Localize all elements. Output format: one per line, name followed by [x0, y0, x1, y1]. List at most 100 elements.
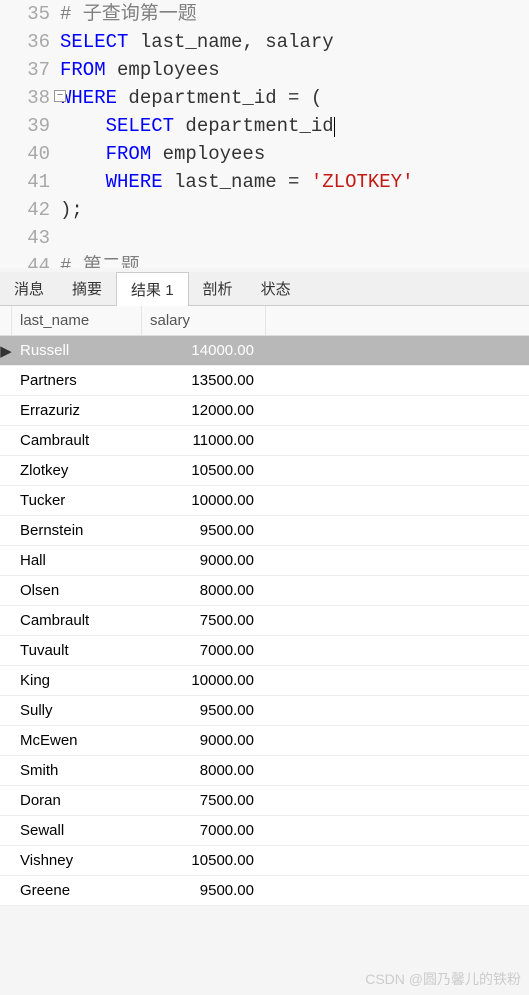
table-row[interactable]: Smith8000.00: [0, 756, 529, 786]
line-number: 43: [0, 224, 60, 252]
code-line[interactable]: 39 SELECT department_id: [0, 112, 529, 140]
code-content[interactable]: SELECT last_name, salary: [60, 28, 529, 56]
cell-last-name[interactable]: Partners: [12, 368, 142, 393]
cell-last-name[interactable]: Russell: [12, 338, 142, 363]
code-content[interactable]: SELECT department_id: [60, 112, 529, 140]
code-line[interactable]: 41 WHERE last_name = 'ZLOTKEY': [0, 168, 529, 196]
table-row[interactable]: McEwen9000.00: [0, 726, 529, 756]
watermark: CSDN @圆乃馨儿的铁粉: [365, 969, 521, 989]
table-row[interactable]: Cambrault11000.00: [0, 426, 529, 456]
code-content[interactable]: WHERE last_name = 'ZLOTKEY': [60, 168, 529, 196]
cell-salary[interactable]: 9000.00: [142, 728, 266, 753]
sql-editor[interactable]: 35# 子查询第一题36SELECT last_name, salary37FR…: [0, 0, 529, 268]
cell-salary[interactable]: 9500.00: [142, 518, 266, 543]
cell-salary[interactable]: 7500.00: [142, 608, 266, 633]
tab-3[interactable]: 剖析: [189, 272, 247, 305]
code-content[interactable]: FROM employees: [60, 56, 529, 84]
code-content[interactable]: # 第二题: [60, 252, 529, 268]
cell-salary[interactable]: 11000.00: [142, 428, 266, 453]
cell-salary[interactable]: 9500.00: [142, 878, 266, 903]
code-line[interactable]: 38−WHERE department_id = (: [0, 84, 529, 112]
table-row[interactable]: Tucker10000.00: [0, 486, 529, 516]
tab-2[interactable]: 结果 1: [116, 272, 189, 306]
code-line[interactable]: 40 FROM employees: [0, 140, 529, 168]
table-row[interactable]: Doran7500.00: [0, 786, 529, 816]
ident-token: employees: [106, 59, 220, 81]
cell-salary[interactable]: 9000.00: [142, 548, 266, 573]
cell-last-name[interactable]: Sewall: [12, 818, 142, 843]
kw-token: WHERE: [106, 171, 163, 193]
cell-last-name[interactable]: Bernstein: [12, 518, 142, 543]
line-number: 39: [0, 112, 60, 140]
tab-4[interactable]: 状态: [247, 272, 305, 305]
code-content[interactable]: FROM employees: [60, 140, 529, 168]
line-number: 35: [0, 0, 60, 28]
code-line[interactable]: 44# 第二题: [0, 252, 529, 268]
cell-salary[interactable]: 10000.00: [142, 668, 266, 693]
table-row[interactable]: Bernstein9500.00: [0, 516, 529, 546]
code-content[interactable]: );: [60, 196, 529, 224]
table-row[interactable]: Partners13500.00: [0, 366, 529, 396]
table-row[interactable]: Errazuriz12000.00: [0, 396, 529, 426]
table-row[interactable]: Tuvault7000.00: [0, 636, 529, 666]
cell-last-name[interactable]: Smith: [12, 758, 142, 783]
cell-salary[interactable]: 7000.00: [142, 818, 266, 843]
table-row[interactable]: King10000.00: [0, 666, 529, 696]
tab-1[interactable]: 摘要: [58, 272, 116, 305]
cell-last-name[interactable]: Cambrault: [12, 608, 142, 633]
cell-last-name[interactable]: Tucker: [12, 488, 142, 513]
kw-token: SELECT: [60, 31, 128, 53]
cell-last-name[interactable]: Olsen: [12, 578, 142, 603]
table-row[interactable]: Sewall7000.00: [0, 816, 529, 846]
cell-last-name[interactable]: McEwen: [12, 728, 142, 753]
cell-salary[interactable]: 14000.00: [142, 338, 266, 363]
cell-last-name[interactable]: Cambrault: [12, 428, 142, 453]
code-content[interactable]: WHERE department_id = (: [60, 84, 529, 112]
cell-last-name[interactable]: Zlotkey: [12, 458, 142, 483]
cell-salary[interactable]: 13500.00: [142, 368, 266, 393]
code-line[interactable]: 37FROM employees: [0, 56, 529, 84]
fold-minus-icon[interactable]: −: [54, 90, 66, 102]
cell-salary[interactable]: 8000.00: [142, 758, 266, 783]
kw-token: WHERE: [60, 87, 117, 109]
table-row[interactable]: Cambrault7500.00: [0, 606, 529, 636]
line-number: 41: [0, 168, 60, 196]
cell-salary[interactable]: 9500.00: [142, 698, 266, 723]
table-row[interactable]: Hall9000.00: [0, 546, 529, 576]
table-row[interactable]: Olsen8000.00: [0, 576, 529, 606]
cell-last-name[interactable]: Doran: [12, 788, 142, 813]
cell-last-name[interactable]: Greene: [12, 878, 142, 903]
cell-salary[interactable]: 8000.00: [142, 578, 266, 603]
tab-0[interactable]: 消息: [0, 272, 58, 305]
ident-token: );: [60, 199, 83, 221]
code-line[interactable]: 35# 子查询第一题: [0, 0, 529, 28]
code-content[interactable]: # 子查询第一题: [60, 0, 529, 28]
cell-salary[interactable]: 10500.00: [142, 458, 266, 483]
code-line[interactable]: 42);: [0, 196, 529, 224]
cell-last-name[interactable]: Sully: [12, 698, 142, 723]
cell-last-name[interactable]: Tuvault: [12, 638, 142, 663]
table-row[interactable]: ▶Russell14000.00: [0, 336, 529, 366]
line-number: 37: [0, 56, 60, 84]
cell-salary[interactable]: 7500.00: [142, 788, 266, 813]
code-line[interactable]: 43: [0, 224, 529, 252]
cell-last-name[interactable]: Errazuriz: [12, 398, 142, 423]
column-header-salary[interactable]: salary: [142, 306, 266, 335]
column-header-last-name[interactable]: last_name: [12, 306, 142, 335]
cell-salary[interactable]: 7000.00: [142, 638, 266, 663]
table-row[interactable]: Vishney10500.00: [0, 846, 529, 876]
cell-salary[interactable]: 12000.00: [142, 398, 266, 423]
code-line[interactable]: 36SELECT last_name, salary: [0, 28, 529, 56]
table-row[interactable]: Greene9500.00: [0, 876, 529, 906]
comment-token: # 第二题: [60, 255, 140, 268]
row-indicator-header: [0, 306, 12, 335]
table-row[interactable]: Zlotkey10500.00: [0, 456, 529, 486]
cell-salary[interactable]: 10500.00: [142, 848, 266, 873]
cell-last-name[interactable]: King: [12, 668, 142, 693]
table-row[interactable]: Sully9500.00: [0, 696, 529, 726]
results-body[interactable]: ▶Russell14000.00Partners13500.00Errazuri…: [0, 336, 529, 906]
cell-salary[interactable]: 10000.00: [142, 488, 266, 513]
result-tabs: 消息摘要结果 1剖析状态: [0, 272, 529, 306]
cell-last-name[interactable]: Vishney: [12, 848, 142, 873]
cell-last-name[interactable]: Hall: [12, 548, 142, 573]
